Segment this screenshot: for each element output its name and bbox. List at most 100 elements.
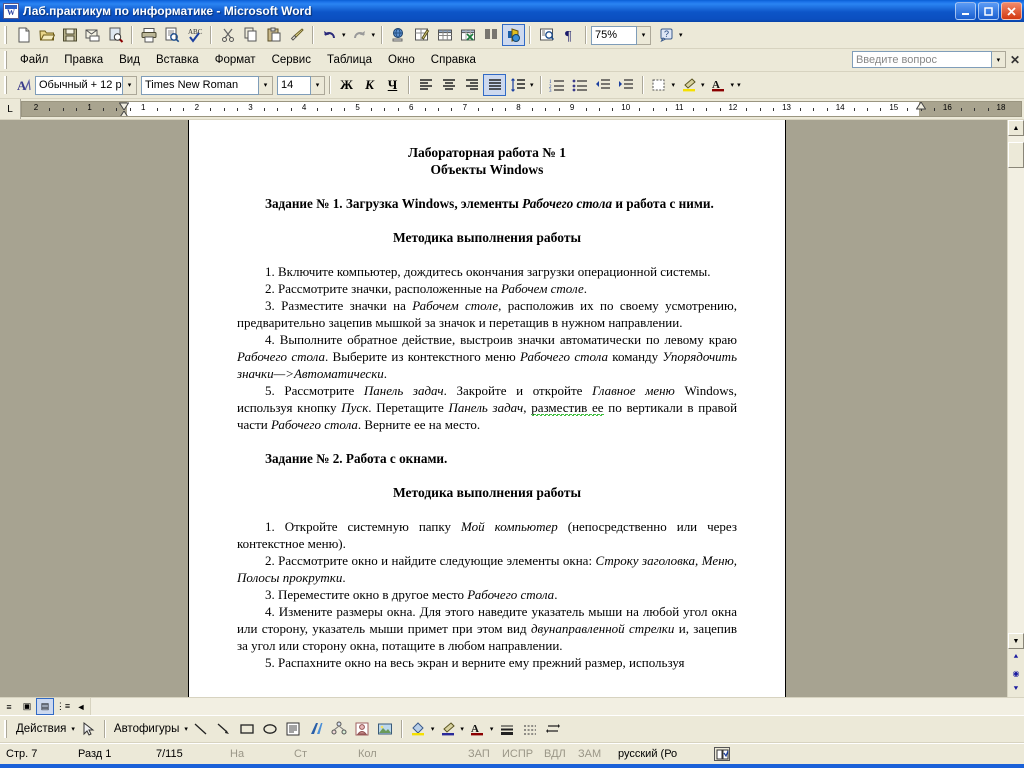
line-color-arrow[interactable]: ▾ [460, 725, 464, 733]
undo-dropdown-arrow[interactable]: ▾ [342, 31, 346, 39]
status-trk[interactable]: ИСПР [502, 748, 544, 760]
italic-button[interactable]: К [358, 74, 381, 96]
close-button[interactable] [1001, 2, 1022, 20]
status-language[interactable]: русский (Ро [618, 748, 704, 760]
menu-window[interactable]: Окно [380, 52, 423, 68]
align-right-icon[interactable] [460, 74, 483, 96]
first-line-indent-marker[interactable] [119, 102, 130, 110]
line-spacing-icon[interactable] [506, 74, 529, 96]
scroll-left-button[interactable]: ◄ [72, 698, 90, 715]
spellcheck-book-icon[interactable] [714, 747, 730, 761]
print-icon[interactable] [137, 24, 160, 46]
view-outline[interactable]: ⋮≡ [54, 698, 72, 715]
text-box-icon[interactable] [282, 718, 305, 740]
spellcheck-abc-icon[interactable]: ABC [183, 24, 206, 46]
style-combobox[interactable]: Обычный + 12 р [35, 75, 123, 95]
select-browse-object-button[interactable]: ◉ [1008, 665, 1024, 681]
scroll-down-button[interactable]: ▼ [1008, 633, 1024, 649]
right-indent-marker[interactable] [916, 102, 927, 110]
zoom-dropdown-arrow[interactable]: ▾ [637, 25, 652, 45]
tab-stop-selector[interactable]: L [0, 99, 21, 119]
arrow-style-icon[interactable] [541, 718, 564, 740]
rectangle-icon[interactable] [236, 718, 259, 740]
view-web-layout[interactable]: ▣ [18, 698, 36, 715]
autoshapes-arrow[interactable]: ▾ [184, 725, 188, 733]
menu-insert[interactable]: Вставка [148, 52, 207, 68]
borders-icon[interactable] [648, 74, 671, 96]
vertical-scroll-track[interactable] [1008, 136, 1024, 633]
menubar-grip[interactable] [4, 51, 9, 69]
align-justify-icon[interactable] [483, 74, 506, 96]
draw-actions-menu[interactable]: Действия [12, 723, 70, 735]
highlight-dropdown-arrow[interactable]: ▾ [701, 81, 705, 89]
bold-button[interactable]: Ж [335, 74, 358, 96]
print-preview-icon[interactable] [160, 24, 183, 46]
clip-art-icon[interactable] [351, 718, 374, 740]
line-icon[interactable] [190, 718, 213, 740]
diagram-icon[interactable] [328, 718, 351, 740]
insert-table-icon[interactable] [433, 24, 456, 46]
status-ovr[interactable]: ЗАМ [578, 748, 618, 760]
increase-indent-icon[interactable] [615, 74, 638, 96]
select-arrow-icon[interactable] [77, 718, 100, 740]
align-center-icon[interactable] [437, 74, 460, 96]
minimize-button[interactable] [955, 2, 976, 20]
font-color-arrow2[interactable]: ▾ [490, 725, 494, 733]
horizontal-ruler[interactable]: 2 1 1 2 3 4 5 6 7 8 9 10 11 12 13 14 15 16 18 [21, 101, 1022, 117]
copy-icon[interactable] [239, 24, 262, 46]
next-page-button[interactable]: ⯆ [1008, 681, 1024, 697]
undo-icon[interactable] [318, 24, 341, 46]
font-size-combobox[interactable]: 14 [277, 75, 311, 95]
font-dropdown-arrow[interactable]: ▾ [259, 75, 273, 95]
help-question-icon[interactable]: ? [655, 24, 678, 46]
scroll-up-button[interactable]: ▲ [1008, 120, 1024, 136]
dash-style-icon[interactable] [518, 718, 541, 740]
align-left-icon[interactable] [414, 74, 437, 96]
toolbar-grip[interactable] [4, 26, 9, 44]
font-combobox[interactable]: Times New Roman [141, 75, 259, 95]
line-color-icon[interactable] [436, 718, 459, 740]
maximize-button[interactable] [978, 2, 999, 20]
columns-icon[interactable] [479, 24, 502, 46]
ask-a-question-dropdown-arrow[interactable]: ▾ [991, 51, 1006, 68]
save-disk-icon[interactable] [58, 24, 81, 46]
drawing-icon[interactable] [502, 24, 526, 46]
menu-file[interactable]: Файл [12, 52, 56, 68]
bulleted-list-icon[interactable] [569, 74, 592, 96]
fill-color-arrow[interactable]: ▾ [431, 725, 435, 733]
highlight-color-icon[interactable] [677, 74, 700, 96]
search-file-icon[interactable] [104, 24, 127, 46]
menu-tools[interactable]: Сервис [264, 52, 319, 68]
font-color-icon[interactable]: A [707, 74, 730, 96]
insert-excel-sheet-icon[interactable] [456, 24, 479, 46]
decrease-indent-icon[interactable] [592, 74, 615, 96]
menu-edit[interactable]: Правка [56, 52, 111, 68]
new-document-icon[interactable] [12, 24, 35, 46]
status-rec[interactable]: ЗАП [468, 748, 502, 760]
formatting-toolbar-overflow[interactable]: ▾ [737, 81, 741, 89]
document-page[interactable]: Лабораторная работа № 1 Объекты Windows … [188, 120, 786, 697]
vertical-scrollbar[interactable]: ▲ ▼ ⯅ ◉ ⯆ [1007, 120, 1024, 697]
horizontal-scroll-track[interactable] [90, 698, 1024, 715]
picture-icon[interactable] [374, 718, 397, 740]
document-map-icon[interactable] [535, 24, 558, 46]
drawing-toolbar-grip[interactable] [4, 720, 9, 738]
borders-dropdown-arrow[interactable]: ▾ [672, 81, 676, 89]
wordart-icon[interactable] [305, 718, 328, 740]
email-icon[interactable] [81, 24, 104, 46]
underline-button[interactable]: Ч [381, 74, 404, 96]
view-print-layout[interactable]: ▤ [36, 698, 54, 715]
menu-help[interactable]: Справка [423, 52, 484, 68]
ask-a-question-close-icon[interactable]: ✕ [1010, 53, 1020, 67]
menu-view[interactable]: Вид [111, 52, 148, 68]
fill-color-icon[interactable] [407, 718, 430, 740]
standard-toolbar-overflow[interactable]: ▾ [679, 31, 683, 39]
font-size-dropdown-arrow[interactable]: ▾ [311, 75, 325, 95]
arrow-icon[interactable] [213, 718, 236, 740]
previous-page-button[interactable]: ⯅ [1008, 649, 1024, 665]
status-ext[interactable]: ВДЛ [544, 748, 578, 760]
line-spacing-dropdown-arrow[interactable]: ▾ [530, 81, 534, 89]
ask-a-question-input[interactable]: Введите вопрос [851, 51, 992, 68]
insert-hyperlink-icon[interactable] [387, 24, 410, 46]
numbered-list-icon[interactable]: 123 [546, 74, 569, 96]
